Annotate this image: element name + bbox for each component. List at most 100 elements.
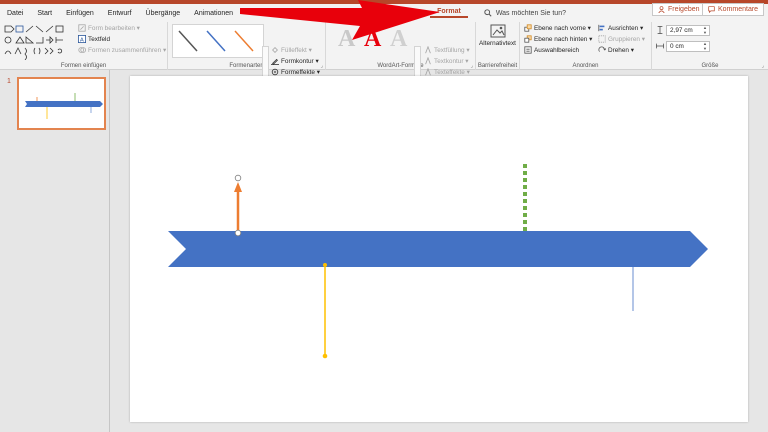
dropdown-arrow-icon: ▾ [134,25,140,32]
ebene-nach-vorne-button[interactable]: Ebene nach vorne ▾ [524,24,591,32]
text-effects-icon [425,68,431,76]
slide-canvas[interactable] [130,76,748,422]
preset-blue-line [206,30,226,52]
height-icon [657,26,663,34]
ebene-nach-hinten-button[interactable]: Ebene nach hinten ▾ [524,35,592,43]
dropdown-arrow-icon: ▾ [585,25,591,32]
formeffekte-label: Formeffekte [281,68,315,76]
brace-right-shape-icon [38,47,41,55]
drehen-button[interactable]: Drehen ▾ [598,46,634,54]
dialog-launcher-icon[interactable]: ⌟ [762,63,764,69]
dropdown-arrow-icon: ▾ [314,69,320,76]
wordart-style-gray: A [338,26,356,52]
share-button[interactable]: Freigeben [652,3,706,16]
tell-me-search[interactable]: Was möchten Sie tun? [484,9,566,17]
texteffekte-button[interactable]: Texteffekte ▾ [424,68,470,76]
group-barrierefreiheit: Alternativtext Barrierefreiheit [476,22,520,70]
rect-shape-icon [55,25,64,33]
ausrichten-button[interactable]: Ausrichten ▾ [598,24,643,32]
form-bearbeiten-button[interactable]: Form bearbeiten ▾ [78,24,140,32]
right-triangle-shape-icon [25,36,35,44]
edit-shape-icon [78,24,86,32]
dialog-launcher-icon[interactable]: ⌟ [321,63,323,69]
align-icon [598,24,605,32]
group-formen-einfuegen: Form bearbeiten ▾ A Textfeld Formen zusa… [0,22,168,70]
alt-text-icon [490,24,505,38]
shape-style-gallery-scroll[interactable] [262,46,269,80]
dropdown-arrow-icon: ▾ [161,47,167,54]
triangle-shape-icon [15,36,25,44]
connector-shape-icon [55,37,63,43]
height-input[interactable]: 2,97 cm ▲ ▼ [666,25,710,36]
rotate-icon [598,46,606,52]
tab-datei[interactable]: Datei [0,10,30,17]
formkontur-button[interactable]: Formkontur ▾ [271,57,319,65]
person-icon [658,6,665,13]
slide-content [168,162,708,359]
group-groesse: 2,97 cm ▲ ▼ 0 cm ▲ ▼ Größe ⌟ [652,22,768,70]
thumb-arrow [25,101,103,107]
group-label-groesse: Größe [701,63,719,69]
shape-gallery[interactable] [3,24,73,60]
tab-entwurf[interactable]: Entwurf [101,10,139,17]
slide-thumbnail-preview [25,93,103,119]
tab-start[interactable]: Start [30,10,59,17]
selection-handle-top[interactable] [234,174,242,182]
spin-arrows-icon[interactable]: ▲ ▼ [703,41,707,51]
wordart-style-light: A [390,26,408,52]
preset-dark-line [178,30,198,52]
line2-shape-icon [35,25,44,33]
ribbon-panel: Form bearbeiten ▾ A Textfeld Formen zusa… [0,22,768,80]
fuelleffekt-button[interactable]: Fülleffekt ▾ [271,46,312,54]
dropdown-arrow-icon: ▾ [628,47,634,54]
spin-arrows-icon[interactable]: ▲ ▼ [703,25,707,35]
formeffekte-button[interactable]: Formeffekte ▾ [271,68,320,76]
dropdown-arrow-icon: ▾ [638,25,644,32]
selection-handle-bottom[interactable] [234,229,242,237]
alternativtext-button[interactable]: Alternativtext [476,24,519,47]
share-label: Freigeben [668,6,700,13]
wordart-gallery-scroll[interactable] [414,46,421,80]
text-fill-icon [425,46,431,54]
textfuellung-button[interactable]: Textfüllung ▾ [424,46,470,54]
comments-button[interactable]: Kommentare [702,3,765,16]
dropdown-arrow-icon: ▾ [464,47,470,54]
width-icon [656,43,664,49]
arrow-shape-icon [45,25,54,33]
group-label-formen-einfuegen: Formen einfügen [60,63,107,69]
comment-icon [708,6,715,13]
drehen-label: Drehen [608,46,629,54]
formen-zusammenfuehren-button[interactable]: Formen zusammenführen ▾ [78,46,166,54]
group-anordnen: Ebene nach vorne ▾ Ebene nach hinten ▾ A… [520,22,652,70]
wordart-gallery[interactable]: A A A [332,24,420,58]
formkontur-label: Formkontur [281,57,314,65]
elbow-shape-icon [36,37,44,44]
auswahlbereich-button[interactable]: Auswahlbereich [524,46,579,54]
tab-uebergaenge[interactable]: Übergänge [139,10,188,17]
brace-left-shape-icon [33,47,36,55]
timeline-arrow-shape[interactable] [168,231,708,267]
dropdown-arrow-icon: ▾ [463,58,469,65]
width-input[interactable]: 0 cm ▲ ▼ [666,41,710,52]
bring-forward-icon [524,24,532,32]
textfeld-button[interactable]: A Textfeld [78,35,110,43]
form-bearbeiten-label: Form bearbeiten [88,24,135,32]
tab-einfuegen[interactable]: Einfügen [59,10,101,17]
shape-style-presets [178,30,254,52]
star-shape-icon [57,48,63,54]
tell-me-placeholder: Was möchten Sie tun? [495,9,566,17]
dialog-launcher-icon[interactable]: ⌟ [471,63,473,69]
dropdown-arrow-icon: ▾ [587,36,593,43]
group-label-barrierefreiheit: Barrierefreiheit [477,63,518,69]
selection-pane-icon [524,46,532,54]
tab-animationen[interactable]: Animationen [187,10,240,17]
tab-format[interactable]: Format [430,8,468,18]
textkontur-button[interactable]: Textkontur ▾ [424,57,468,65]
dropdown-arrow-icon: ▾ [639,36,645,43]
curve-shape-icon [24,47,27,60]
texteffekte-label: Texteffekte [434,68,465,76]
gruppieren-button[interactable]: Gruppieren ▾ [598,35,645,43]
arc-shape-icon [4,50,12,55]
slide-thumbnail[interactable] [17,77,106,130]
shape-style-gallery[interactable] [172,24,264,58]
